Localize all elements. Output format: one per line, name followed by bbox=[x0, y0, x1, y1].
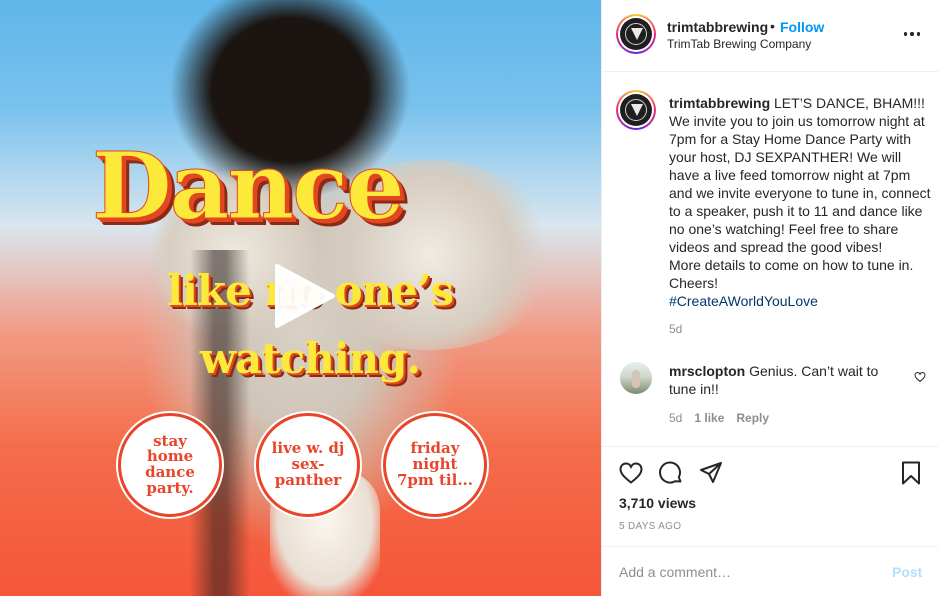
brand-logo-icon bbox=[620, 18, 652, 50]
comment-meta: 5d 1 like Reply bbox=[669, 411, 769, 425]
play-icon[interactable] bbox=[271, 262, 339, 330]
heart-icon[interactable] bbox=[618, 460, 644, 486]
avatar[interactable] bbox=[616, 90, 656, 130]
caption-body: LET’S DANCE, BHAM!!! We invite you to jo… bbox=[669, 95, 931, 255]
media-badge: friday night 7pm til... bbox=[383, 413, 487, 517]
header-full-name: TrimTab Brewing Company bbox=[667, 37, 812, 51]
post-actions: 3,710 views 5 DAYS AGO bbox=[602, 446, 938, 546]
post-media[interactable]: Dance like no one’s watching. stay home … bbox=[0, 0, 601, 596]
brand-logo-icon bbox=[620, 94, 652, 126]
hashtag-link[interactable]: #CreateAWorldYouLove bbox=[669, 293, 818, 309]
caption-body-2: More details to come on how to tune in. … bbox=[669, 257, 914, 291]
share-icon[interactable] bbox=[698, 460, 724, 486]
post-header: trimtabbrewing • Follow TrimTab Brewing … bbox=[602, 0, 938, 72]
follow-button[interactable]: Follow bbox=[780, 19, 824, 35]
caption-text: trimtabbrewing LET’S DANCE, BHAM!!! We i… bbox=[669, 94, 931, 310]
comment-icon[interactable] bbox=[658, 460, 684, 486]
caption-timestamp[interactable]: 5d bbox=[669, 322, 682, 336]
comment-like-heart-icon[interactable] bbox=[914, 371, 926, 383]
header-username[interactable]: trimtabbrewing bbox=[667, 19, 768, 35]
more-options-icon[interactable] bbox=[902, 24, 922, 44]
comment-username[interactable]: mrsclopton bbox=[669, 363, 745, 379]
avatar[interactable] bbox=[616, 14, 656, 54]
media-headline: Dance bbox=[92, 132, 406, 240]
post-side-panel: trimtabbrewing • Follow TrimTab Brewing … bbox=[601, 0, 938, 596]
bookmark-icon[interactable] bbox=[898, 460, 924, 486]
comment-text: mrsclopton Genius. Can’t wait to tune in… bbox=[669, 362, 909, 398]
comment-timestamp[interactable]: 5d bbox=[669, 411, 682, 425]
caption-username[interactable]: trimtabbrewing bbox=[669, 95, 770, 111]
avatar[interactable] bbox=[620, 362, 652, 394]
add-comment-bar: Post bbox=[602, 546, 938, 596]
comment-likes[interactable]: 1 like bbox=[694, 411, 724, 425]
comment-input[interactable] bbox=[619, 561, 879, 583]
post-date[interactable]: 5 DAYS AGO bbox=[619, 521, 681, 532]
reply-button[interactable]: Reply bbox=[736, 411, 769, 425]
media-subline: watching. bbox=[199, 334, 421, 383]
media-badge: live w. dj sex- panther bbox=[256, 413, 360, 517]
separator-dot: • bbox=[770, 18, 775, 34]
media-badge: stay home dance party. bbox=[118, 413, 222, 517]
post-comment-button[interactable]: Post bbox=[892, 564, 922, 580]
view-count[interactable]: 3,710 views bbox=[619, 495, 696, 511]
